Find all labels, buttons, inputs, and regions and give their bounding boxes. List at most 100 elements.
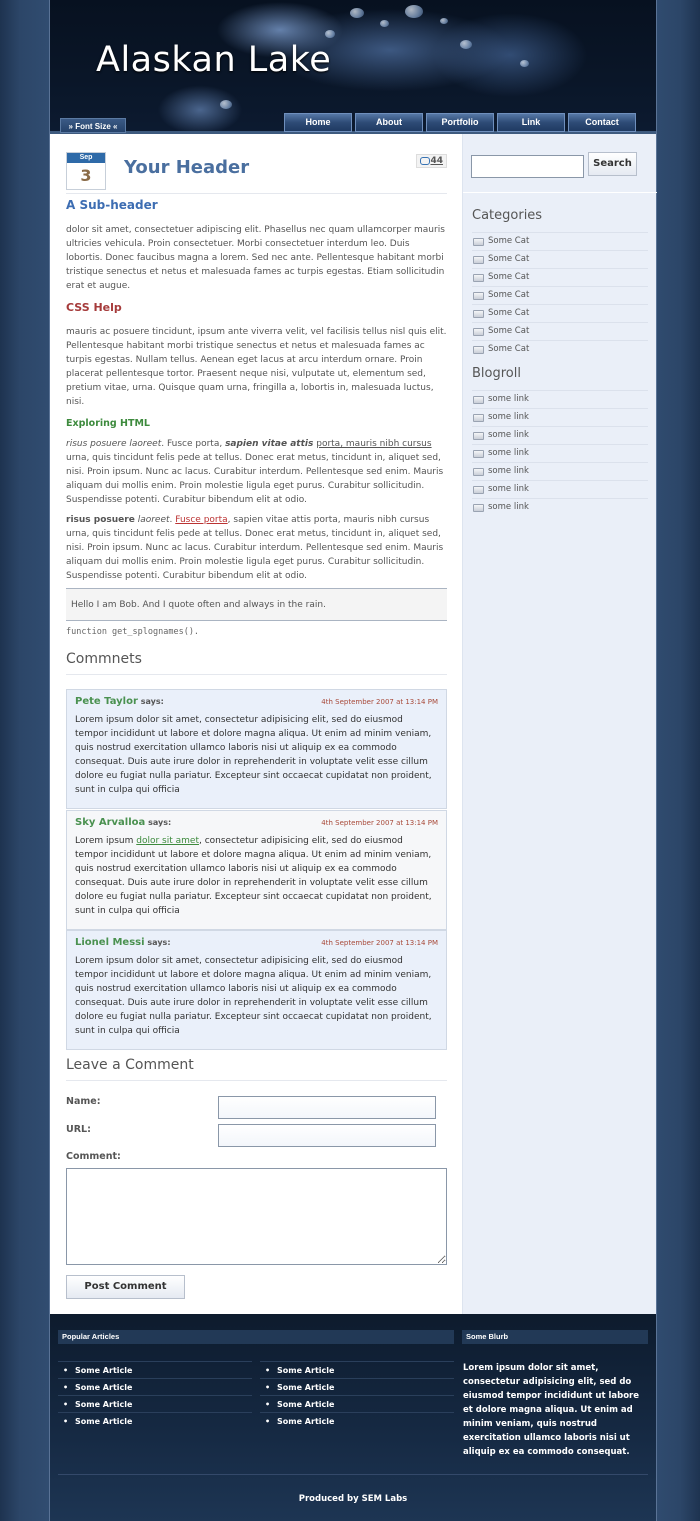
nav-about[interactable]: About xyxy=(355,113,423,132)
water-drop xyxy=(380,20,389,27)
inline-link[interactable]: porta, mauris nibh cursus xyxy=(316,439,431,449)
popular-articles-col-1: Some Article Some Article Some Article S… xyxy=(58,1361,252,1430)
code-snippet: function get_splognames(). xyxy=(66,627,200,637)
nav-link[interactable]: Link xyxy=(497,113,565,132)
folder-icon xyxy=(473,256,484,264)
folder-icon xyxy=(473,486,484,494)
article-link[interactable]: Some Article xyxy=(260,1395,454,1413)
site-header: Alaskan Lake » Font Size « Home About Po… xyxy=(50,0,656,134)
water-drop xyxy=(350,8,364,18)
category-item[interactable]: Some Cat xyxy=(472,232,648,250)
folder-icon xyxy=(473,274,484,282)
nav-portfolio[interactable]: Portfolio xyxy=(426,113,494,132)
blogroll-item[interactable]: some link xyxy=(472,408,648,426)
blogroll-item[interactable]: some link xyxy=(472,426,648,444)
url-field[interactable] xyxy=(218,1124,436,1147)
blogroll-item[interactable]: some link xyxy=(472,462,648,480)
divider xyxy=(463,192,657,193)
comment-date: 4th September 2007 at 13:14 PM xyxy=(321,819,438,827)
category-item[interactable]: Some Cat xyxy=(472,268,648,286)
sidebar: Search Categories Some Cat Some Cat Some… xyxy=(462,134,657,1314)
comment-textarea[interactable] xyxy=(66,1168,447,1265)
comment-count-link[interactable]: 44 xyxy=(416,154,447,168)
category-item[interactable]: Some Cat xyxy=(472,250,648,268)
name-label: Name: xyxy=(66,1096,101,1107)
leave-comment-title: Leave a Comment xyxy=(66,1057,194,1073)
category-label: Some Cat xyxy=(488,344,530,354)
blockquote: Hello I am Bob. And I quote often and al… xyxy=(66,588,447,621)
inline-link[interactable]: Fusce porta xyxy=(175,515,227,525)
comment-author[interactable]: Sky Arvalloa xyxy=(75,817,145,828)
article-link[interactable]: Some Article xyxy=(58,1361,252,1379)
water-drop xyxy=(460,40,472,49)
blogroll-label: some link xyxy=(488,502,529,512)
article-link[interactable]: Some Article xyxy=(260,1378,454,1396)
site-footer: Popular Articles Some Blurb Some Article… xyxy=(50,1314,656,1521)
emphasis-text: laoreet xyxy=(137,515,170,525)
comment-date: 4th September 2007 at 13:14 PM xyxy=(321,939,438,947)
article-link[interactable]: Some Article xyxy=(260,1412,454,1430)
paragraph: mauris ac posuere tincidunt, ipsum ante … xyxy=(66,327,447,407)
comment-text: Lorem ipsum dolor sit amet, consectetur … xyxy=(75,954,438,1038)
font-size-toggle[interactable]: » Font Size « xyxy=(60,118,126,133)
post-comment-button[interactable]: Post Comment xyxy=(66,1275,185,1299)
comment-count-value: 44 xyxy=(430,156,443,166)
category-label: Some Cat xyxy=(488,308,530,318)
category-item[interactable]: Some Cat xyxy=(472,322,648,340)
search-input[interactable] xyxy=(471,155,584,178)
article-link[interactable]: Some Article xyxy=(58,1395,252,1413)
blogroll-item[interactable]: some link xyxy=(472,444,648,462)
folder-icon xyxy=(473,238,484,246)
text: Lorem ipsum xyxy=(75,836,137,846)
comment-author[interactable]: Pete Taylor xyxy=(75,696,138,707)
comment-text: Lorem ipsum dolor sit amet, consectetur … xyxy=(75,713,438,797)
category-label: Some Cat xyxy=(488,290,530,300)
blogroll-label: some link xyxy=(488,448,529,458)
category-item[interactable]: Some Cat xyxy=(472,304,648,322)
text: Lorem ipsum dolor sit amet, consectetur … xyxy=(75,715,432,795)
category-label: Some Cat xyxy=(488,272,530,282)
blogroll-item[interactable]: some link xyxy=(472,390,648,408)
url-label: URL: xyxy=(66,1124,91,1135)
water-drop xyxy=(220,100,232,109)
post-title[interactable]: Your Header xyxy=(124,157,249,178)
folder-icon xyxy=(473,292,484,300)
folder-icon xyxy=(473,414,484,422)
blogroll-label: some link xyxy=(488,466,529,476)
comment-author[interactable]: Lionel Messi xyxy=(75,937,145,948)
blogroll-label: some link xyxy=(488,412,529,422)
blogroll-item[interactable]: some link xyxy=(472,480,648,498)
page-wrapper: Alaskan Lake » Font Size « Home About Po… xyxy=(50,0,657,1521)
nav-contact[interactable]: Contact xyxy=(568,113,636,132)
name-field[interactable] xyxy=(218,1096,436,1119)
nav-home[interactable]: Home xyxy=(284,113,352,132)
water-drop xyxy=(520,60,529,67)
blogroll-item[interactable]: some link xyxy=(472,498,648,516)
category-item[interactable]: Some Cat xyxy=(472,286,648,304)
comments-title: Commnets xyxy=(66,651,142,667)
article-link[interactable]: Some Article xyxy=(58,1412,252,1430)
categories-list: Some Cat Some Cat Some Cat Some Cat Some… xyxy=(472,232,648,358)
folder-icon xyxy=(473,396,484,404)
article-link[interactable]: Some Article xyxy=(58,1378,252,1396)
text: , consectetur adipisicing elit, sed do e… xyxy=(75,836,432,916)
footer-credit: Produced by SEM Labs xyxy=(298,1494,408,1504)
comment-bubble-icon xyxy=(420,157,430,165)
category-label: Some Cat xyxy=(488,326,530,336)
paragraph: risus posuere laoreet. Fusce porta, sapi… xyxy=(66,513,447,583)
search-button[interactable]: Search xyxy=(588,152,637,176)
category-item[interactable]: Some Cat xyxy=(472,340,648,358)
folder-icon xyxy=(473,450,484,458)
article-link[interactable]: Some Article xyxy=(260,1361,454,1379)
comment-says: says: xyxy=(147,938,171,947)
emphasis-text: risus posuere laoreet xyxy=(66,439,162,449)
comment-says: says: xyxy=(148,818,172,827)
date-badge: Sep 3 xyxy=(66,152,106,190)
site-title[interactable]: Alaskan Lake xyxy=(96,40,331,80)
folder-icon xyxy=(473,432,484,440)
divider xyxy=(58,1474,648,1475)
folder-icon xyxy=(473,310,484,318)
categories-title: Categories xyxy=(472,208,543,223)
water-drop xyxy=(325,30,335,38)
comment-link[interactable]: dolor sit amet xyxy=(136,836,199,846)
